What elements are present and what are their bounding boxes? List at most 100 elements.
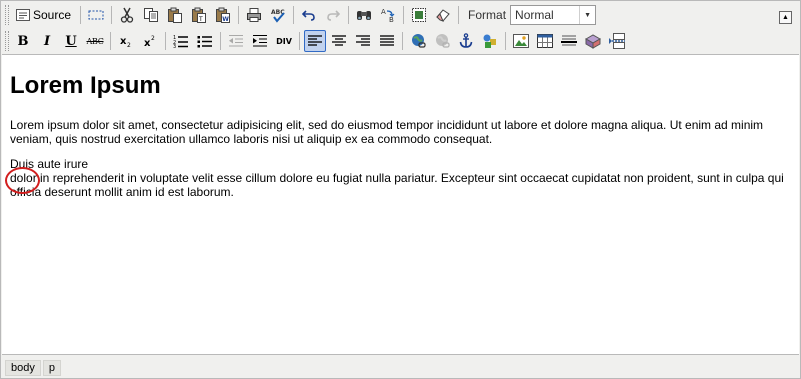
separator xyxy=(293,6,295,24)
outdent-icon xyxy=(229,35,243,47)
align-center-icon xyxy=(332,35,346,46)
separator xyxy=(80,6,82,24)
create-div-button[interactable]: DIV xyxy=(273,30,295,52)
document-paragraph[interactable]: Duis aute irure dolor in reprehenderit i… xyxy=(10,157,791,199)
align-right-button[interactable] xyxy=(352,30,374,52)
separator xyxy=(299,32,300,50)
select-all-icon xyxy=(412,8,427,22)
indent-icon xyxy=(253,35,267,47)
separator xyxy=(110,32,111,50)
svg-text:x: x xyxy=(120,36,127,47)
shapes-icon xyxy=(483,34,496,48)
spellcheck-icon: ABC xyxy=(271,9,285,23)
redo-button[interactable] xyxy=(322,4,344,26)
paste-button[interactable] xyxy=(164,4,186,26)
replace-button[interactable]: AB xyxy=(377,4,399,26)
find-button[interactable] xyxy=(353,4,375,26)
separator xyxy=(505,32,506,50)
show-blocks-icon xyxy=(88,10,104,20)
spellcheck-button[interactable]: ABC xyxy=(267,4,289,26)
svg-text:A: A xyxy=(381,8,386,16)
separator xyxy=(348,6,350,24)
source-button[interactable]: Source xyxy=(12,4,76,26)
image-button[interactable] xyxy=(510,30,532,52)
align-justify-icon xyxy=(380,35,394,46)
document-heading[interactable]: Lorem Ipsum xyxy=(10,72,791,100)
eraser-icon xyxy=(436,9,450,22)
rich-text-editor: Source T W ABC A B Format Normal ▼ ▲ B I… xyxy=(0,0,801,379)
format-select-value: Normal xyxy=(515,8,554,22)
format-select[interactable]: Normal ▼ xyxy=(510,5,597,25)
copy-button[interactable] xyxy=(140,4,162,26)
table-icon xyxy=(537,34,553,48)
paragraph-text: dolor in reprehenderit in voluptate veli… xyxy=(10,171,784,199)
page-break-button[interactable] xyxy=(606,30,628,52)
insert-object-button[interactable] xyxy=(479,30,501,52)
element-path-bar: body p xyxy=(2,358,799,378)
svg-text:W: W xyxy=(222,16,229,23)
format-label: Format xyxy=(468,8,507,22)
copy-icon xyxy=(144,8,159,22)
svg-text:2: 2 xyxy=(151,35,155,42)
page-break-icon xyxy=(609,33,625,49)
paste-text-icon: T xyxy=(192,7,207,23)
svg-text:B: B xyxy=(389,16,394,23)
svg-text:2: 2 xyxy=(127,42,131,48)
scissors-icon xyxy=(120,7,134,23)
paste-word-button[interactable]: W xyxy=(212,4,234,26)
anchor-button[interactable] xyxy=(455,30,477,52)
subscript-icon: x2 xyxy=(120,36,131,48)
svg-text:3: 3 xyxy=(173,44,176,48)
annotation-circle xyxy=(5,167,40,194)
justify-button[interactable] xyxy=(376,30,398,52)
triangle-up-icon: ▲ xyxy=(782,14,789,21)
bold-button[interactable]: B xyxy=(12,30,34,52)
document-paragraph[interactable]: Lorem ipsum dolor sit amet, consectetur … xyxy=(10,118,791,146)
show-blocks-button[interactable] xyxy=(85,4,107,26)
undo-icon xyxy=(302,10,315,21)
align-center-button[interactable] xyxy=(328,30,350,52)
select-all-button[interactable] xyxy=(408,4,430,26)
align-left-button[interactable] xyxy=(304,30,326,52)
printer-icon xyxy=(247,8,262,22)
source-icon xyxy=(16,9,30,21)
link-button[interactable] xyxy=(407,30,429,52)
redo-icon xyxy=(327,10,341,21)
subscript-button[interactable]: x2 xyxy=(115,30,137,52)
superscript-button[interactable]: x2 xyxy=(139,30,161,52)
underline-button[interactable]: U xyxy=(60,30,82,52)
toolbar-grip xyxy=(5,31,9,51)
separator xyxy=(220,32,221,50)
horizontal-rule-button[interactable] xyxy=(558,30,580,52)
toolbar-row-2: B I U ABC x2 x2 123 DIV xyxy=(2,28,629,54)
bulleted-list-button[interactable] xyxy=(194,30,216,52)
source-label: Source xyxy=(33,8,72,22)
numbered-list-icon: 123 xyxy=(173,35,188,48)
unlink-button[interactable] xyxy=(431,30,453,52)
collapse-toolbar-button[interactable]: ▲ xyxy=(779,11,792,24)
horizontal-rule-icon xyxy=(561,35,577,46)
editor-content-area[interactable]: Lorem Ipsum Lorem ipsum dolor sit amet, … xyxy=(2,54,799,355)
image-icon xyxy=(513,34,529,48)
strikethrough-button[interactable]: ABC xyxy=(84,30,106,52)
separator xyxy=(111,6,113,24)
chevron-down-icon[interactable]: ▼ xyxy=(579,6,595,24)
italic-button[interactable]: I xyxy=(36,30,58,52)
separator xyxy=(458,6,460,24)
print-button[interactable] xyxy=(243,4,265,26)
table-button[interactable] xyxy=(534,30,556,52)
indent-button[interactable] xyxy=(249,30,271,52)
toolbar: Source T W ABC A B Format Normal ▼ ▲ B I… xyxy=(2,2,799,54)
paste-text-button[interactable]: T xyxy=(188,4,210,26)
undo-button[interactable] xyxy=(298,4,320,26)
svg-text:T: T xyxy=(198,16,203,23)
cut-button[interactable] xyxy=(116,4,138,26)
special-char-button[interactable] xyxy=(582,30,604,52)
outdent-button[interactable] xyxy=(225,30,247,52)
numbered-list-button[interactable]: 123 xyxy=(170,30,192,52)
clipboard-icon xyxy=(168,7,183,23)
path-item-p[interactable]: p xyxy=(42,360,61,376)
path-item-body[interactable]: body xyxy=(5,360,41,376)
remove-format-button[interactable] xyxy=(432,4,454,26)
toolbar-grip xyxy=(5,5,9,25)
